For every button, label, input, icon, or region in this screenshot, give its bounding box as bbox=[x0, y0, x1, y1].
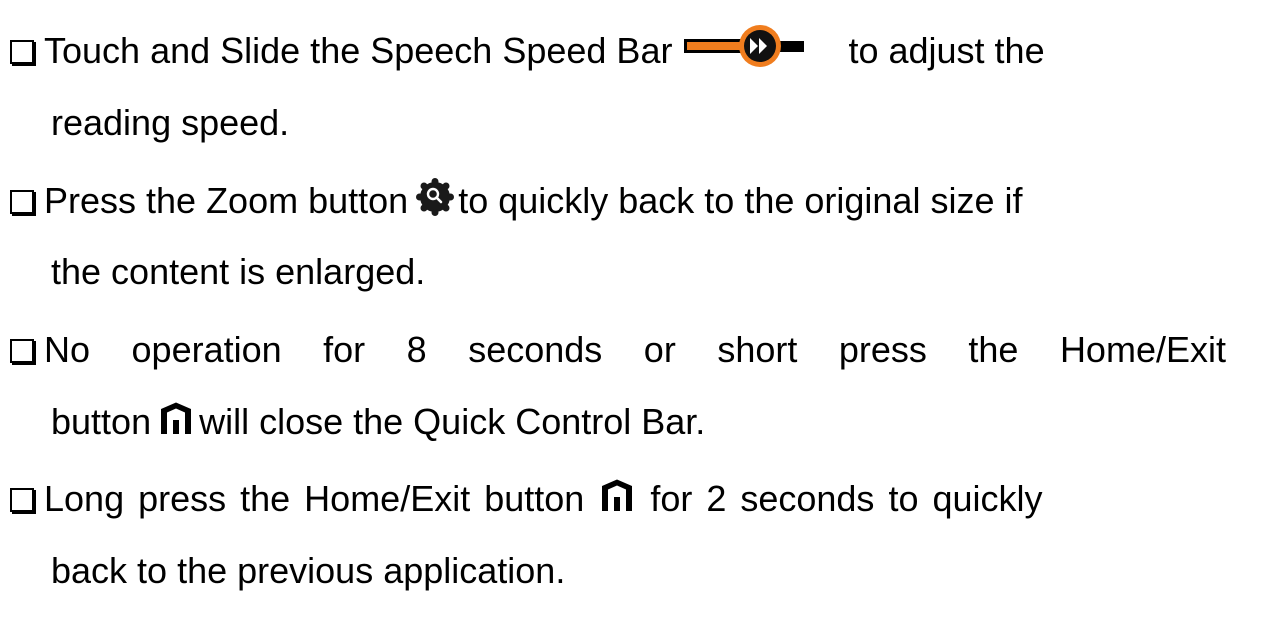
item-text: to quickly back to the original size if bbox=[458, 180, 1023, 221]
bullet-line: No operation for 8 seconds or short pres… bbox=[0, 315, 1226, 385]
checkbox-icon bbox=[10, 40, 34, 64]
home-icon bbox=[600, 478, 634, 521]
word: short bbox=[717, 329, 798, 370]
item-text: to adjust the bbox=[848, 30, 1045, 71]
checkbox-icon bbox=[10, 339, 34, 363]
item-text: button bbox=[51, 401, 152, 442]
item-text: will close the Quick Control Bar. bbox=[199, 401, 706, 442]
checkbox-icon bbox=[10, 190, 34, 214]
item-text-line2: reading speed. bbox=[51, 88, 289, 158]
word: seconds bbox=[468, 329, 603, 370]
checkbox-icon bbox=[10, 488, 34, 512]
item-text: Press the Zoom button bbox=[44, 180, 409, 221]
item-text-line2: button will close the Quick Control Bar. bbox=[51, 387, 705, 457]
bullet-line: Press the Zoom button to quickly back to… bbox=[0, 166, 1022, 236]
item-text: the content is enlarged. bbox=[51, 251, 426, 292]
home-icon bbox=[159, 401, 193, 444]
word: No bbox=[44, 329, 91, 370]
item-text: reading speed. bbox=[51, 102, 290, 143]
word: for bbox=[323, 329, 366, 370]
zoom-icon bbox=[416, 177, 455, 225]
item-text: Long press the Home/Exit button bbox=[44, 478, 585, 519]
word: the bbox=[968, 329, 1019, 370]
item-text: for 2 seconds to quickly bbox=[650, 478, 1043, 519]
word: operation bbox=[131, 329, 282, 370]
item-text-line2: the content is enlarged. bbox=[51, 237, 425, 307]
word: Home/Exit bbox=[1059, 329, 1226, 370]
word: or bbox=[643, 329, 676, 370]
word: press bbox=[838, 329, 927, 370]
bullet-line: Touch and Slide the Speech Speed Bar to … bbox=[0, 16, 1045, 86]
item-text: back to the previous application. bbox=[51, 550, 566, 591]
item-text: Touch and Slide the Speech Speed Bar bbox=[44, 30, 673, 71]
bullet-line: Long press the Home/Exit button for 2 se… bbox=[0, 464, 1043, 534]
word: 8 bbox=[406, 329, 427, 370]
speech-speed-bar-icon bbox=[684, 24, 805, 79]
justified-text-line: No operation for 8 seconds or short pres… bbox=[44, 329, 1226, 371]
item-text-line2: back to the previous application. bbox=[51, 536, 565, 606]
